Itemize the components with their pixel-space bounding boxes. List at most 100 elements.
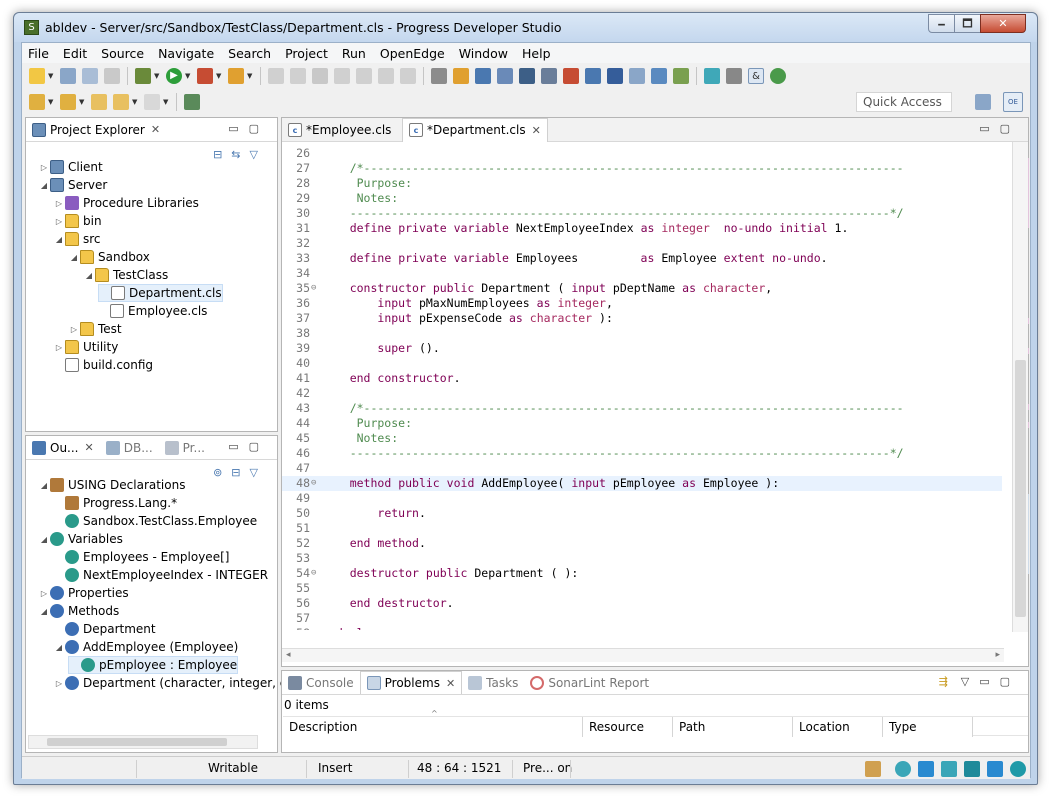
forward-icon[interactable]: [144, 94, 160, 110]
close-icon[interactable]: ✕: [532, 124, 541, 137]
chart-icon[interactable]: [941, 761, 957, 777]
code-line[interactable]: 26: [282, 146, 1002, 161]
expanded-arrow-icon[interactable]: ◢: [53, 235, 65, 244]
maximize-button[interactable]: 🗖: [954, 14, 981, 33]
outline-item[interactable]: ▷ Properties: [38, 584, 129, 602]
outline-item[interactable]: ◢ AddEmployee (Employee): [53, 638, 238, 656]
search-icon[interactable]: [497, 68, 513, 84]
project_explorer-item[interactable]: build.config: [53, 356, 153, 374]
settings-icon[interactable]: [673, 68, 689, 84]
menu-help[interactable]: Help: [522, 46, 551, 61]
project_explorer-item[interactable]: ▷ Procedure Libraries: [53, 194, 199, 212]
outline-item[interactable]: pEmployee : Employee: [68, 656, 239, 674]
code-line[interactable]: 37 input pExpenseCode as character ):: [282, 311, 1002, 326]
zoom-icon[interactable]: [629, 68, 645, 84]
tab-properties[interactable]: Pr...: [159, 436, 211, 459]
outline-hscrollbar[interactable]: [28, 735, 258, 749]
tab-project-explorer[interactable]: Project Explorer ✕: [26, 118, 166, 141]
outline-item[interactable]: ▷ Department (character, integer, char: [53, 674, 306, 692]
new-icon[interactable]: [29, 68, 45, 84]
code-line[interactable]: 52 end method.: [282, 536, 1002, 551]
expanded-arrow-icon[interactable]: ◢: [38, 607, 50, 616]
dropdown-icon[interactable]: ▼: [247, 68, 254, 84]
outline-item[interactable]: Department: [53, 620, 156, 638]
tab-sonarlint[interactable]: SonarLint Report: [524, 671, 655, 694]
code-line[interactable]: 32: [282, 236, 1002, 251]
tab-problems[interactable]: Problems ✕: [359, 671, 463, 694]
last-edit-icon[interactable]: [91, 94, 107, 110]
project_explorer-item[interactable]: ▷ Utility: [53, 338, 118, 356]
code-line[interactable]: 53: [282, 551, 1002, 566]
close-icon[interactable]: ✕: [151, 123, 160, 136]
outline-item[interactable]: ◢ Methods: [38, 602, 119, 620]
close-icon[interactable]: ✕: [446, 677, 455, 690]
tab-console[interactable]: Console: [282, 671, 360, 694]
sparkle-icon[interactable]: [918, 761, 934, 777]
ampersand-icon[interactable]: &: [748, 68, 764, 84]
eye-icon[interactable]: [895, 761, 911, 777]
code-line[interactable]: 30 -------------------------------------…: [282, 206, 1002, 221]
collapsed-arrow-icon[interactable]: ▷: [68, 325, 80, 334]
code-line[interactable]: 43 /*-----------------------------------…: [282, 401, 1002, 416]
menu-navigate[interactable]: Navigate: [158, 46, 214, 61]
format-icon[interactable]: [431, 68, 447, 84]
collapsed-arrow-icon[interactable]: ▷: [53, 199, 65, 208]
code-line[interactable]: 38: [282, 326, 1002, 341]
compile-icon[interactable]: [453, 68, 469, 84]
outline-item[interactable]: Progress.Lang.*: [53, 494, 177, 512]
project_explorer-item[interactable]: ◢ TestClass: [83, 266, 168, 284]
code-line[interactable]: 41 end constructor.: [282, 371, 1002, 386]
expanded-arrow-icon[interactable]: ◢: [38, 481, 50, 490]
menu-search[interactable]: Search: [228, 46, 271, 61]
code-line[interactable]: 27 /*-----------------------------------…: [282, 161, 1002, 176]
code-line[interactable]: 39 super ().: [282, 341, 1002, 356]
code-line[interactable]: 47: [282, 461, 1002, 476]
dropdown-icon[interactable]: ▼: [79, 94, 86, 110]
project_explorer-item[interactable]: ▷ bin: [53, 212, 102, 230]
expanded-arrow-icon[interactable]: ◢: [53, 643, 65, 652]
expanded-arrow-icon[interactable]: ◢: [83, 271, 95, 280]
code-line[interactable]: 55: [282, 581, 1002, 596]
run-icon[interactable]: ▶: [166, 68, 182, 84]
project_explorer-item[interactable]: ▷ Test: [68, 320, 122, 338]
presentation-icon[interactable]: [964, 761, 980, 777]
column-path[interactable]: Path: [673, 717, 793, 737]
dropdown-icon[interactable]: ▼: [48, 94, 55, 110]
oe-perspective-icon[interactable]: OE: [1003, 92, 1023, 112]
menu-openedge[interactable]: OpenEdge: [380, 46, 445, 61]
code-line[interactable]: 49: [282, 491, 1002, 506]
code-line[interactable]: 40: [282, 356, 1002, 371]
expanded-arrow-icon[interactable]: ◢: [38, 535, 50, 544]
scroll-left-icon[interactable]: ◂: [286, 650, 291, 660]
code-line[interactable]: 33 define private variable Employees as …: [282, 251, 1002, 266]
fold-toggle-icon[interactable]: ⊖: [311, 566, 321, 581]
code-line[interactable]: 50 return.: [282, 506, 1002, 521]
code-line[interactable]: 42: [282, 386, 1002, 401]
folder-icon[interactable]: [987, 761, 1003, 777]
back-icon[interactable]: [113, 94, 129, 110]
print-icon[interactable]: [104, 68, 120, 84]
debug-icon[interactable]: [135, 68, 151, 84]
scroll-right-icon[interactable]: ▸: [995, 650, 1000, 660]
build-icon[interactable]: [228, 68, 244, 84]
open-perspective-icon[interactable]: [975, 94, 991, 110]
scroll-thumb[interactable]: [1015, 360, 1026, 617]
dropdown-icon[interactable]: ▼: [154, 68, 161, 84]
quick-access-input[interactable]: Quick Access: [856, 92, 952, 112]
panel-view-menu-controls[interactable]: ▽▭▢: [961, 675, 1020, 688]
expanded-arrow-icon[interactable]: ◢: [68, 253, 80, 262]
project_explorer-item[interactable]: Department.cls: [98, 284, 223, 302]
hierarchy-icon[interactable]: [563, 68, 579, 84]
tab-outline[interactable]: Ou... ✕: [26, 436, 100, 459]
project_explorer-item[interactable]: ◢ Sandbox: [68, 248, 150, 266]
code-line[interactable]: 28 Purpose:: [282, 176, 1002, 191]
tab-employee-cls[interactable]: c *Employee.cls: [282, 118, 402, 141]
code-line[interactable]: 46 -------------------------------------…: [282, 446, 1002, 461]
project_explorer-item[interactable]: ▷ Client: [38, 158, 103, 176]
code-line[interactable]: 34: [282, 266, 1002, 281]
collapsed-arrow-icon[interactable]: ▷: [38, 589, 50, 598]
project_explorer-item[interactable]: ◢ src: [53, 230, 101, 248]
dropdown-icon[interactable]: ▼: [163, 94, 170, 110]
tab-department-cls[interactable]: c *Department.cls ✕: [402, 117, 548, 142]
prev-annotation-icon[interactable]: [60, 94, 76, 110]
